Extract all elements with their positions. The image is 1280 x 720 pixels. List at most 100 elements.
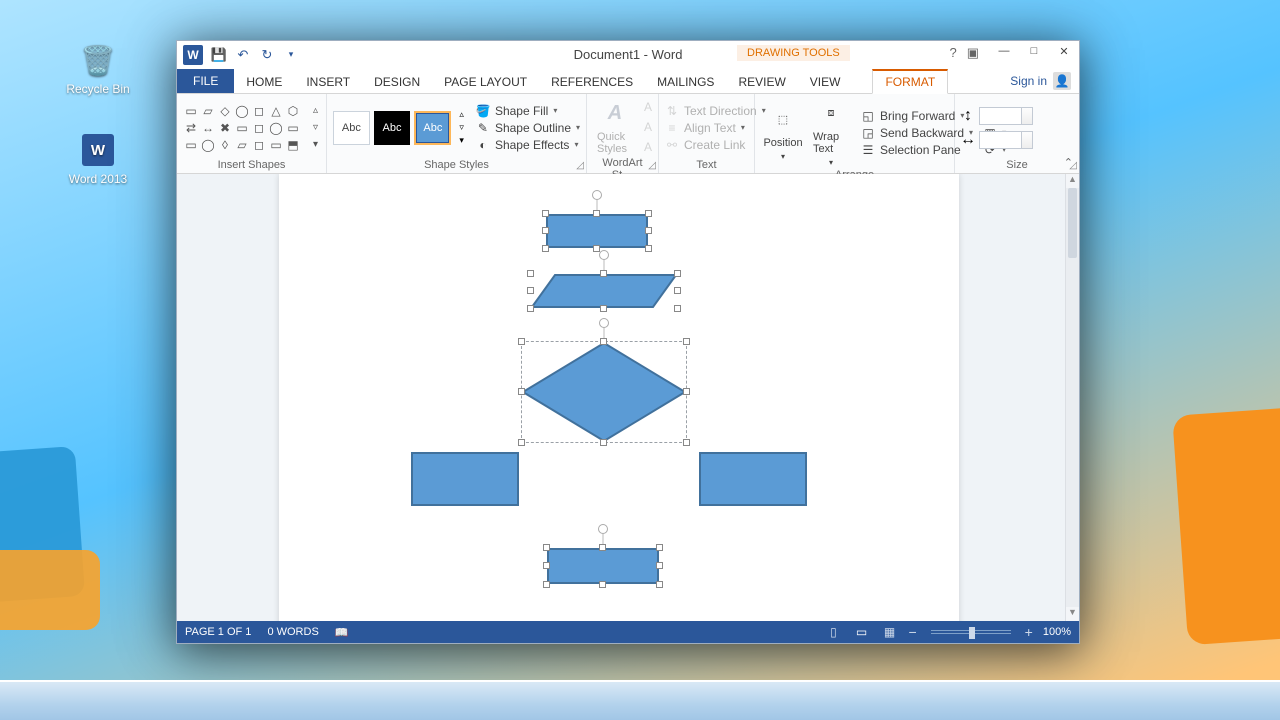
resize-handle[interactable] — [645, 245, 652, 252]
close-button[interactable]: ✕ — [1049, 41, 1079, 61]
help-button[interactable]: ? — [949, 45, 956, 61]
flowchart-rectangle-1[interactable] — [546, 214, 648, 248]
zoom-out-button[interactable]: − — [908, 624, 916, 640]
shapes-gallery-more[interactable]: ▵ ▿ ▾ — [309, 104, 322, 151]
width-input[interactable]: ↔ — [961, 131, 1033, 149]
shape-fill-button[interactable]: 🪣Shape Fill▾ — [476, 104, 580, 118]
desktop-icon-recycle[interactable]: 🗑️ Recycle Bin — [60, 40, 136, 96]
resize-handle[interactable] — [543, 544, 550, 551]
tab-file[interactable]: FILE — [177, 69, 234, 93]
ribbon-display-options-button[interactable]: ▣ — [967, 45, 979, 61]
shape-effects-button[interactable]: ◐Shape Effects▾ — [476, 138, 580, 152]
shape-style-2[interactable]: Abc — [374, 111, 411, 145]
scroll-down-button[interactable]: ▼ — [1066, 607, 1079, 621]
resize-handle[interactable] — [518, 388, 525, 395]
document-area[interactable]: ▲ ▼ — [177, 174, 1079, 621]
zoom-level[interactable]: 100% — [1043, 626, 1071, 638]
resize-handle[interactable] — [599, 581, 606, 588]
qat-customize-button[interactable]: ▾ — [283, 47, 299, 63]
resize-handle[interactable] — [518, 439, 525, 446]
resize-handle[interactable] — [518, 338, 525, 345]
resize-handle[interactable] — [683, 439, 690, 446]
wrap-text-button[interactable]: ⧈ Wrap Text ▾ — [809, 98, 853, 167]
read-mode-button[interactable]: ▯ — [824, 624, 842, 640]
zoom-in-button[interactable]: + — [1025, 624, 1033, 640]
resize-handle[interactable] — [674, 287, 681, 294]
tab-home[interactable]: HOME — [234, 71, 294, 93]
scroll-up-button[interactable]: ▲ — [1066, 174, 1079, 188]
resize-handle[interactable] — [645, 227, 652, 234]
resize-handle[interactable] — [674, 305, 681, 312]
resize-handle[interactable] — [674, 270, 681, 277]
resize-handle[interactable] — [543, 581, 550, 588]
page[interactable] — [279, 174, 959, 621]
vertical-scrollbar[interactable]: ▲ ▼ — [1065, 174, 1079, 621]
print-layout-button[interactable]: ▭ — [852, 624, 870, 640]
tab-mailings[interactable]: MAILINGS — [645, 71, 726, 93]
flowchart-rectangle-left[interactable] — [411, 452, 519, 506]
text-fill-icon: A — [641, 100, 655, 114]
dialog-launcher-icon[interactable]: ◿ — [576, 160, 584, 171]
resize-handle[interactable] — [683, 388, 690, 395]
resize-handle[interactable] — [599, 544, 606, 551]
taskbar[interactable] — [0, 680, 1280, 720]
tab-references[interactable]: REFERENCES — [539, 71, 645, 93]
maximize-button[interactable]: □ — [1019, 41, 1049, 61]
shape-style-3-selected[interactable]: Abc — [414, 111, 451, 145]
shape-styles-more[interactable]: ▵▿▾ — [459, 109, 464, 146]
word-count[interactable]: 0 WORDS — [267, 626, 318, 638]
tab-design[interactable]: DESIGN — [362, 71, 432, 93]
flowchart-parallelogram[interactable] — [531, 274, 677, 308]
tab-review[interactable]: REVIEW — [726, 71, 797, 93]
shape-style-1[interactable]: Abc — [333, 111, 370, 145]
tab-view[interactable]: VIEW — [798, 71, 853, 93]
ribbon-tabs: FILE HOME INSERT DESIGN PAGE LAYOUT REFE… — [177, 69, 1079, 94]
flowchart-decision-diamond[interactable] — [522, 342, 686, 442]
resize-handle[interactable] — [527, 287, 534, 294]
web-layout-button[interactable]: ▦ — [880, 624, 898, 640]
rotate-handle[interactable] — [599, 318, 609, 328]
shape-outline-button[interactable]: ✎Shape Outline▾ — [476, 121, 580, 135]
resize-handle[interactable] — [656, 562, 663, 569]
shapes-gallery[interactable]: ▭▱◇◯◻△⬡ ⇄↔✖▭◻◯▭ ▭◯◊▱◻▭⬒ — [183, 103, 301, 153]
resize-handle[interactable] — [656, 544, 663, 551]
resize-handle[interactable] — [542, 210, 549, 217]
resize-handle[interactable] — [600, 270, 607, 277]
undo-button[interactable]: ↶ — [235, 47, 251, 63]
scroll-thumb[interactable] — [1068, 188, 1077, 258]
resize-handle[interactable] — [600, 305, 607, 312]
zoom-slider[interactable] — [931, 630, 1011, 634]
sign-in-button[interactable]: Sign in 👤 — [1010, 72, 1071, 90]
desktop-icon-word[interactable]: W Word 2013 — [60, 130, 136, 186]
rotate-handle[interactable] — [598, 524, 608, 534]
save-button[interactable]: 💾 — [211, 47, 227, 63]
proofing-icon[interactable]: 📖 — [335, 626, 349, 639]
redo-button[interactable]: ↻ — [259, 47, 275, 63]
resize-handle[interactable] — [527, 305, 534, 312]
rotate-handle[interactable] — [592, 190, 602, 200]
flowchart-rectangle-right[interactable] — [699, 452, 807, 506]
resize-handle[interactable] — [600, 338, 607, 345]
resize-handle[interactable] — [543, 562, 550, 569]
rotate-handle[interactable] — [599, 250, 609, 260]
zoom-thumb[interactable] — [969, 627, 975, 639]
tab-insert[interactable]: INSERT — [294, 71, 362, 93]
position-button[interactable]: ⬚ Position ▾ — [761, 104, 805, 161]
resize-handle[interactable] — [683, 338, 690, 345]
resize-handle[interactable] — [593, 210, 600, 217]
resize-handle[interactable] — [593, 245, 600, 252]
minimize-button[interactable]: — — [989, 41, 1019, 61]
resize-handle[interactable] — [542, 227, 549, 234]
resize-handle[interactable] — [527, 270, 534, 277]
height-input[interactable]: ↕ — [961, 107, 1033, 125]
resize-handle[interactable] — [600, 439, 607, 446]
resize-handle[interactable] — [656, 581, 663, 588]
tab-format[interactable]: FORMAT — [872, 69, 948, 94]
tab-page-layout[interactable]: PAGE LAYOUT — [432, 71, 539, 93]
flowchart-rectangle-bottom[interactable] — [547, 548, 659, 584]
resize-handle[interactable] — [645, 210, 652, 217]
resize-handle[interactable] — [542, 245, 549, 252]
page-count[interactable]: PAGE 1 OF 1 — [185, 626, 251, 638]
collapse-ribbon-button[interactable]: ⌃ — [1064, 156, 1073, 169]
dialog-launcher-icon[interactable]: ◿ — [648, 160, 656, 171]
